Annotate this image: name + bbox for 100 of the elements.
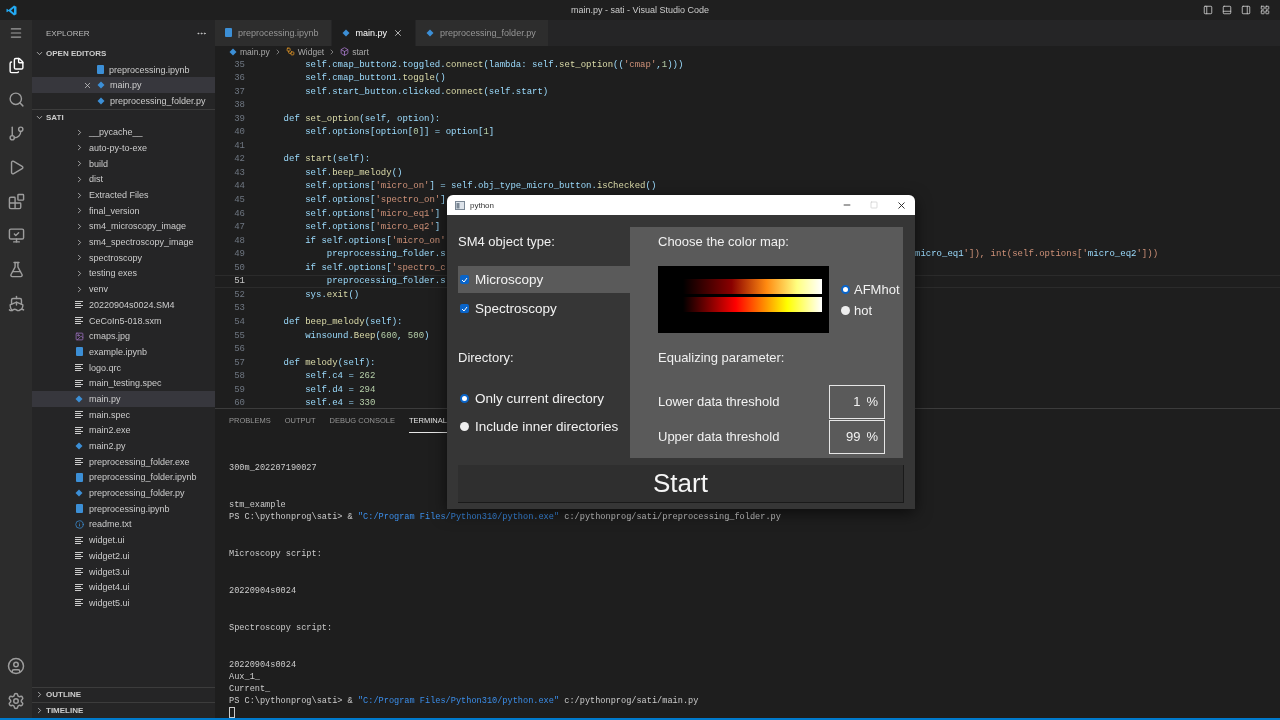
branch-icon[interactable] xyxy=(7,125,25,142)
panel-bottom-icon[interactable] xyxy=(1222,5,1232,15)
section-header[interactable]: OPEN EDITORS xyxy=(32,46,215,62)
lines-icon xyxy=(75,426,83,434)
file-item[interactable]: main.py xyxy=(32,391,215,407)
layout-icon[interactable] xyxy=(1260,5,1270,15)
file-item[interactable]: cmaps.jpg xyxy=(32,328,215,345)
folder-item[interactable]: dist xyxy=(32,171,215,188)
close-icon[interactable] xyxy=(896,199,907,211)
folder-item[interactable]: auto-py-to-exe xyxy=(32,140,215,156)
percent-field[interactable]: 99 % xyxy=(829,419,885,454)
code-line: def set_option(self, option): xyxy=(282,113,441,124)
percent-field[interactable]: 1 % xyxy=(829,384,885,419)
open-editor-item[interactable]: main.py xyxy=(32,77,215,94)
files-icon[interactable] xyxy=(7,57,25,74)
blocks-icon[interactable] xyxy=(7,193,25,210)
close-icon[interactable] xyxy=(393,27,404,38)
section-header[interactable]: SATI xyxy=(32,108,215,125)
account-icon[interactable] xyxy=(7,657,25,675)
panel-left-icon[interactable] xyxy=(1203,5,1213,15)
close-icon[interactable] xyxy=(82,80,92,90)
section-header[interactable]: OUTLINE xyxy=(32,686,215,703)
breadcrumb-item[interactable]: start xyxy=(340,46,369,57)
checkbox[interactable] xyxy=(460,304,469,313)
folder-item[interactable]: sm4_spectroscopy_image xyxy=(32,234,215,250)
editor-tab[interactable]: preprocessing.ipynb xyxy=(215,20,332,46)
line-number: 36 xyxy=(233,73,245,84)
file-item[interactable]: logo.qrc xyxy=(32,359,215,376)
code-line: preprocessing_folder.s xyxy=(325,249,447,260)
file-icon xyxy=(341,28,350,37)
start-button[interactable]: Start xyxy=(458,465,904,503)
file-item[interactable]: example.ipynb xyxy=(32,344,215,360)
folder-item[interactable]: final_version xyxy=(32,202,215,219)
notebook-icon xyxy=(75,472,83,482)
file-item[interactable]: preprocessing_folder.py xyxy=(32,485,215,501)
folder-item[interactable]: Extracted Files xyxy=(32,187,215,203)
radio-button[interactable] xyxy=(841,284,850,294)
terminal-line: Aux_1_ xyxy=(229,671,261,683)
maximize-icon xyxy=(870,201,878,209)
file-item[interactable]: widget3.ui xyxy=(32,563,215,580)
dialog-title: python xyxy=(470,200,495,210)
code-line: winsound.Beep(600, 500) xyxy=(304,330,430,341)
lines-icon xyxy=(75,411,83,419)
settings-icon[interactable] xyxy=(7,692,25,710)
line-number: 57 xyxy=(233,357,245,368)
radio-option[interactable]: Only current directory xyxy=(458,384,630,412)
folder-item[interactable]: __pycache__ xyxy=(32,124,215,141)
radio-option[interactable]: hot xyxy=(841,301,900,319)
code-line: self.options['micro_eq1'] xyxy=(304,208,441,219)
info-icon xyxy=(74,519,84,529)
checkbox-option[interactable]: Spectroscopy xyxy=(458,295,630,322)
file-item[interactable]: widget5.ui xyxy=(32,595,215,611)
file-item[interactable]: main_testing.spec xyxy=(32,375,215,392)
file-item[interactable]: main2.exe xyxy=(32,422,215,439)
file-item[interactable]: widget4.ui xyxy=(32,579,215,596)
search-icon[interactable] xyxy=(7,91,25,108)
folder-item[interactable]: sm4_microscopy_image xyxy=(32,218,215,235)
file-item[interactable]: main.spec xyxy=(32,406,215,423)
menu-icon[interactable] xyxy=(9,26,23,40)
file-item[interactable]: widget2.ui xyxy=(32,548,215,564)
radio-button[interactable] xyxy=(841,305,850,315)
line-number: 58 xyxy=(233,371,245,382)
editor-tab[interactable]: preprocessing_folder.py xyxy=(416,20,549,46)
breadcrumb-item[interactable]: Widget xyxy=(285,46,325,57)
file-item[interactable]: widget.ui xyxy=(32,532,215,548)
checkbox[interactable] xyxy=(460,275,469,284)
file-icon xyxy=(426,28,435,37)
file-item[interactable]: CeCoIn5-018.sxm xyxy=(32,312,215,329)
terminal-line: Microscopy script: xyxy=(229,548,323,560)
lines-icon xyxy=(75,583,83,591)
checkbox-option[interactable]: Microscopy xyxy=(458,266,630,293)
open-editor-item[interactable]: preprocessing.ipynb xyxy=(32,61,215,78)
file-item[interactable]: main2.py xyxy=(32,438,215,454)
chevron-right-icon[interactable] xyxy=(35,706,44,716)
radio-button[interactable] xyxy=(460,421,469,431)
radio-option[interactable]: Include inner directories xyxy=(458,412,630,440)
panel-right-icon[interactable] xyxy=(1241,5,1251,15)
editor-tab[interactable]: main.py xyxy=(331,20,417,46)
breadcrumb-item[interactable]: main.py xyxy=(229,46,270,57)
open-editor-item[interactable]: preprocessing_folder.py xyxy=(32,93,215,109)
chevron-right-icon[interactable] xyxy=(35,690,44,700)
monitor-icon[interactable] xyxy=(7,227,25,244)
line-number: 39 xyxy=(233,113,245,124)
folder-item[interactable]: testing exes xyxy=(32,265,215,282)
file-item[interactable]: preprocessing_folder.ipynb xyxy=(32,469,215,486)
ship-icon[interactable] xyxy=(7,295,25,312)
file-item[interactable]: readme.txt xyxy=(32,516,215,533)
flask-icon[interactable] xyxy=(7,261,25,278)
code-line: def start(self): xyxy=(282,154,371,165)
app-icon xyxy=(455,200,465,210)
folder-item[interactable]: spectroscopy xyxy=(32,249,215,266)
notebook-icon xyxy=(75,504,83,514)
notebook-icon xyxy=(75,347,83,357)
radio-button[interactable] xyxy=(460,393,469,403)
file-item[interactable]: preprocessing.ipynb xyxy=(32,500,215,517)
folder-item[interactable]: venv xyxy=(32,281,215,297)
radio-option[interactable]: AFMhot xyxy=(841,280,900,298)
file-item[interactable]: preprocessing_folder.exe xyxy=(32,453,215,470)
folder-item[interactable]: build xyxy=(32,155,215,172)
file-item[interactable]: 20220904s0024.SM4 xyxy=(32,297,215,313)
